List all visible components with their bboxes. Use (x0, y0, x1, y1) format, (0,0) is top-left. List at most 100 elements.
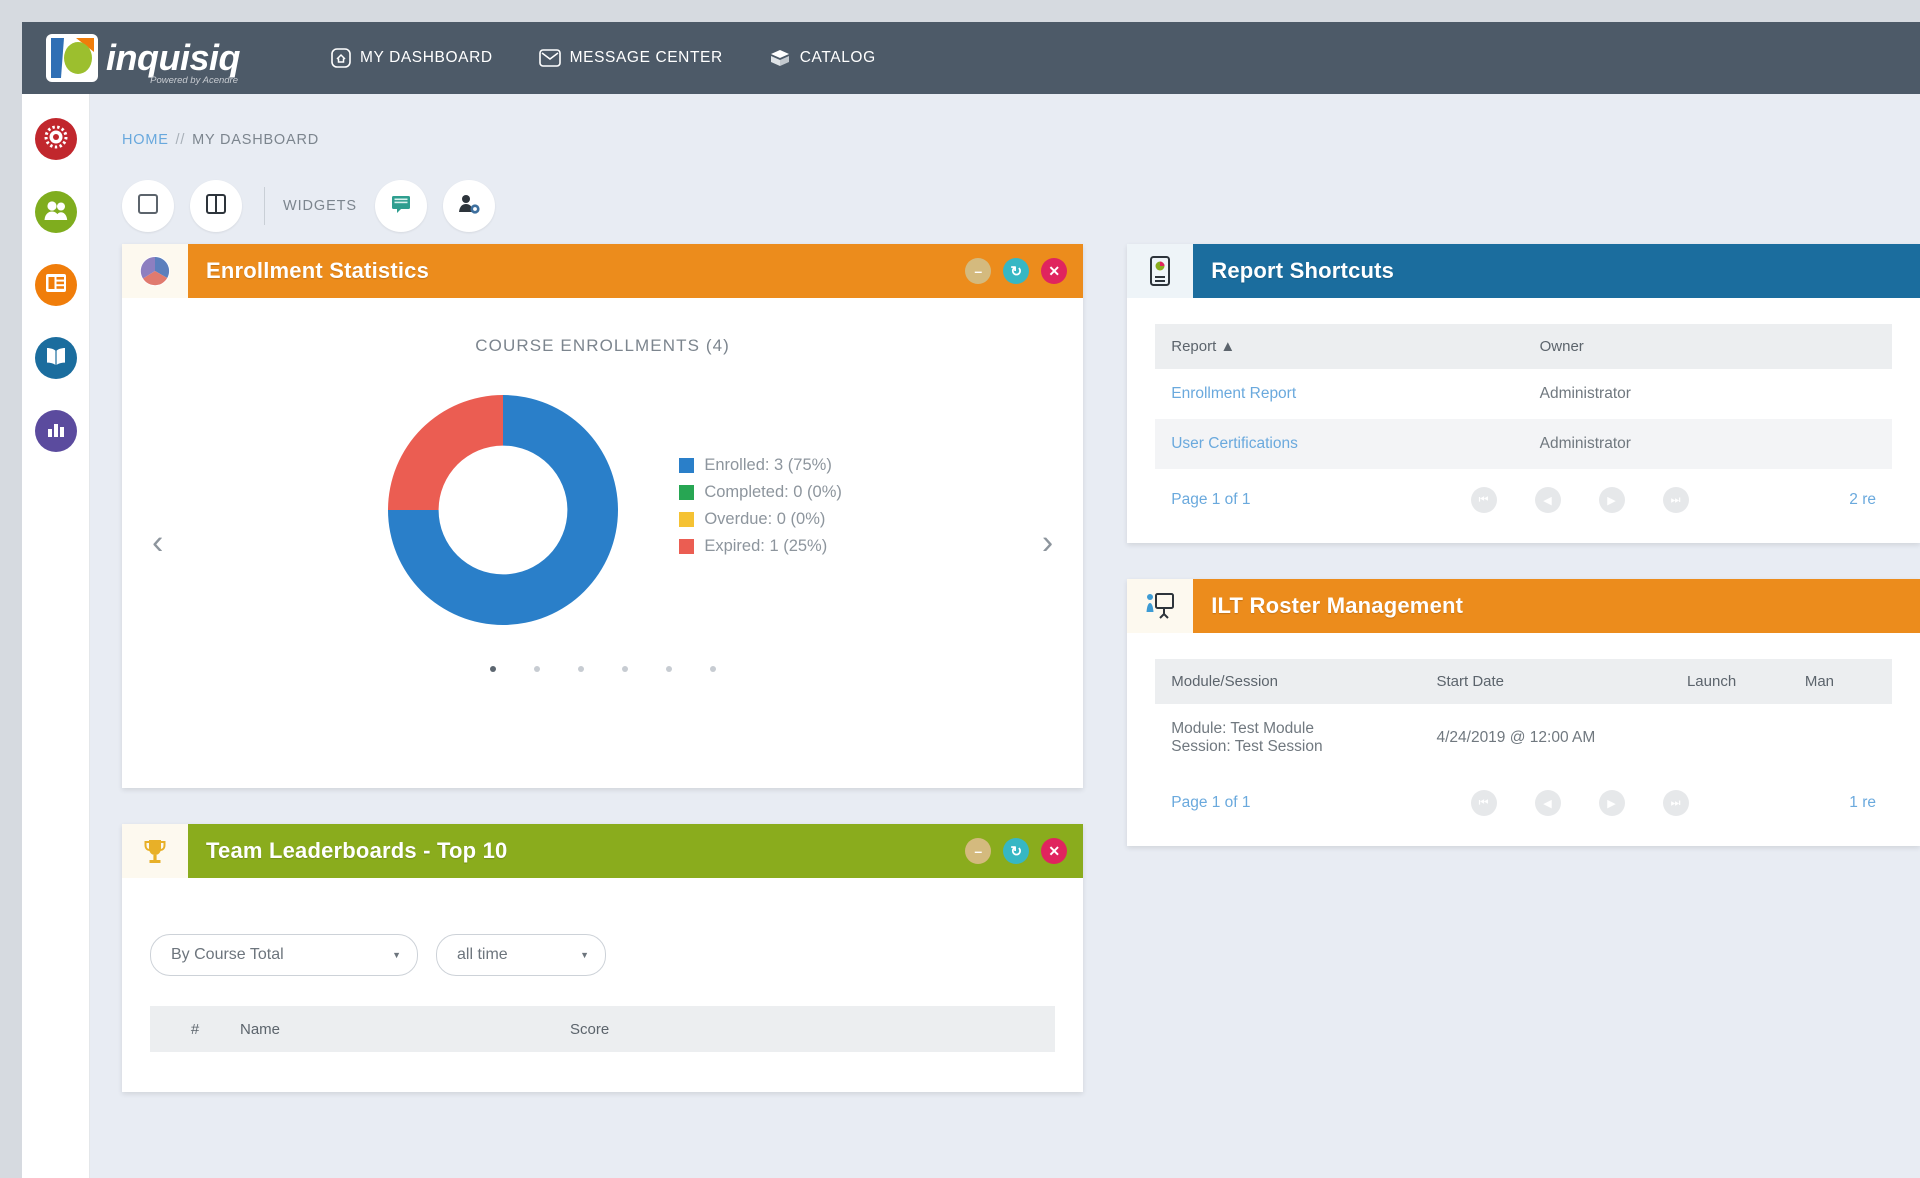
close-icon[interactable]: ✕ (1041, 838, 1067, 864)
logo-wordmark: inquisiq (106, 39, 240, 77)
widget-header-bar: ILT Roster Management (1193, 579, 1920, 633)
widget-title: Report Shortcuts (1211, 258, 1394, 284)
chart-main: Enrolled: 3 (75%) Completed: 0 (0%) Over… (122, 370, 1083, 650)
last-page-button[interactable]: ⏭ (1663, 790, 1689, 816)
column-header-manage[interactable]: Man (1789, 659, 1892, 704)
dashboard-page: inquisiq Powered by Acendre MY DASHBOARD… (0, 0, 1920, 1178)
refresh-icon[interactable]: ↻ (1003, 838, 1029, 864)
legend-item: Enrolled: 3 (75%) (679, 456, 842, 475)
rail-item-reports[interactable] (35, 410, 77, 452)
table-row: Module: Test Module Session: Test Sessio… (1155, 704, 1892, 772)
cell-report-owner: Administrator (1524, 369, 1892, 419)
ilt-roster-body: Module/Session Start Date Launch Man Mod… (1127, 633, 1920, 846)
record-count: 2 re (1849, 491, 1876, 509)
manage-user-widgets-button[interactable] (443, 180, 495, 232)
leaderboard-filters: By Course Total ▼ all time ▼ (150, 904, 1055, 976)
cell-launch[interactable] (1671, 704, 1789, 772)
legend-swatch-completed (679, 485, 694, 500)
carousel-dot[interactable] (666, 666, 672, 672)
module-name: Module: Test Module (1171, 720, 1404, 738)
carousel-dot[interactable] (622, 666, 628, 672)
breadcrumb: HOME // MY DASHBOARD (122, 132, 1920, 148)
one-column-icon (137, 193, 159, 220)
table-row: User Certifications Administrator (1155, 419, 1892, 469)
primary-nav: MY DASHBOARD MESSAGE CENTER CATALOG (331, 48, 922, 68)
rail-item-settings[interactable] (35, 118, 77, 160)
report-link[interactable]: Enrollment Report (1171, 385, 1296, 402)
column-header-rank: # (150, 1021, 240, 1038)
nav-label: MY DASHBOARD (360, 49, 493, 67)
enrollment-chart-body: COURSE ENROLLMENTS (4) ‹ › Enrolled: 3 (… (122, 298, 1083, 788)
breadcrumb-current: MY DASHBOARD (192, 132, 319, 148)
cell-start-date: 4/24/2019 @ 12:00 AM (1420, 704, 1671, 772)
report-shortcuts-body: Report ▲ Owner Enrollment Report Adminis… (1127, 298, 1920, 543)
report-shortcuts-table: Report ▲ Owner Enrollment Report Adminis… (1155, 324, 1892, 469)
left-icon-rail (22, 94, 90, 1178)
widget-title: ILT Roster Management (1211, 593, 1463, 619)
rail-item-users[interactable] (35, 191, 77, 233)
carousel-dots (122, 666, 1083, 672)
refresh-icon[interactable]: ↻ (1003, 258, 1029, 284)
add-widget-button[interactable] (375, 180, 427, 232)
widget-title: Enrollment Statistics (206, 258, 429, 284)
column-header-owner[interactable]: Owner (1524, 324, 1892, 369)
breadcrumb-home-link[interactable]: HOME (122, 132, 169, 148)
widget-header-bar: Report Shortcuts (1193, 244, 1920, 298)
legend-item: Completed: 0 (0%) (679, 483, 842, 502)
carousel-dot[interactable] (490, 666, 496, 672)
inquisiq-logo-icon (44, 32, 102, 84)
bar-chart-icon (44, 418, 68, 445)
donut-slice-expired[interactable] (388, 395, 503, 510)
form-icon (44, 271, 68, 300)
widget-title: Team Leaderboards - Top 10 (206, 838, 507, 864)
cell-report-name[interactable]: Enrollment Report (1155, 369, 1523, 419)
next-page-button[interactable]: ▶ (1599, 790, 1625, 816)
widget-header: Report Shortcuts (1127, 244, 1920, 298)
leaderboard-period-select[interactable]: all time ▼ (436, 934, 606, 976)
next-page-button[interactable]: ▶ (1599, 487, 1625, 513)
breadcrumb-separator: // (176, 132, 186, 148)
table-header-row: Report ▲ Owner (1155, 324, 1892, 369)
column-header-report[interactable]: Report ▲ (1155, 324, 1523, 369)
cell-report-name[interactable]: User Certifications (1155, 419, 1523, 469)
page-indicator: Page 1 of 1 (1171, 491, 1250, 509)
rail-item-content[interactable] (35, 264, 77, 306)
legend-swatch-expired (679, 539, 694, 554)
minimize-icon[interactable]: – (965, 838, 991, 864)
first-page-button[interactable]: ⏮ (1471, 790, 1497, 816)
minimize-icon[interactable]: – (965, 258, 991, 284)
widget-header: Team Leaderboards - Top 10 – ↻ ✕ (122, 824, 1083, 878)
trophy-icon (122, 824, 188, 878)
legend-item: Overdue: 0 (0%) (679, 510, 842, 529)
last-page-button[interactable]: ⏭ (1663, 487, 1689, 513)
first-page-button[interactable]: ⏮ (1471, 487, 1497, 513)
nav-item-catalog[interactable]: CATALOG (769, 48, 876, 68)
prev-page-button[interactable]: ◀ (1535, 487, 1561, 513)
chart-legend: Enrolled: 3 (75%) Completed: 0 (0%) Over… (679, 456, 842, 564)
carousel-dot[interactable] (710, 666, 716, 672)
carousel-dot[interactable] (534, 666, 540, 672)
nav-item-my-dashboard[interactable]: MY DASHBOARD (331, 48, 493, 68)
legend-label: Completed: 0 (0%) (704, 483, 842, 502)
nav-item-message-center[interactable]: MESSAGE CENTER (539, 49, 723, 67)
report-link[interactable]: User Certifications (1171, 435, 1298, 452)
column-header-launch[interactable]: Launch (1671, 659, 1789, 704)
report-shortcuts-pager: Page 1 of 1 ⏮ ◀ ▶ ⏭ 2 re (1155, 469, 1892, 517)
layout-two-column-button[interactable] (190, 180, 242, 232)
widget-team-leaderboards: Team Leaderboards - Top 10 – ↻ ✕ By Cour… (122, 824, 1083, 1092)
home-icon (331, 48, 351, 68)
box-icon (769, 48, 791, 68)
column-header-start-date[interactable]: Start Date (1420, 659, 1671, 704)
legend-item: Expired: 1 (25%) (679, 537, 842, 556)
leaderboard-metric-select[interactable]: By Course Total ▼ (150, 934, 418, 976)
prev-page-button[interactable]: ◀ (1535, 790, 1561, 816)
cell-manage[interactable] (1789, 704, 1892, 772)
close-icon[interactable]: ✕ (1041, 258, 1067, 284)
column-header-module-session[interactable]: Module/Session (1155, 659, 1420, 704)
legend-label: Enrolled: 3 (75%) (704, 456, 831, 475)
rail-item-catalog[interactable] (35, 337, 77, 379)
brand-logo[interactable]: inquisiq Powered by Acendre (44, 32, 269, 84)
layout-one-column-button[interactable] (122, 180, 174, 232)
widget-header: ILT Roster Management (1127, 579, 1920, 633)
carousel-dot[interactable] (578, 666, 584, 672)
